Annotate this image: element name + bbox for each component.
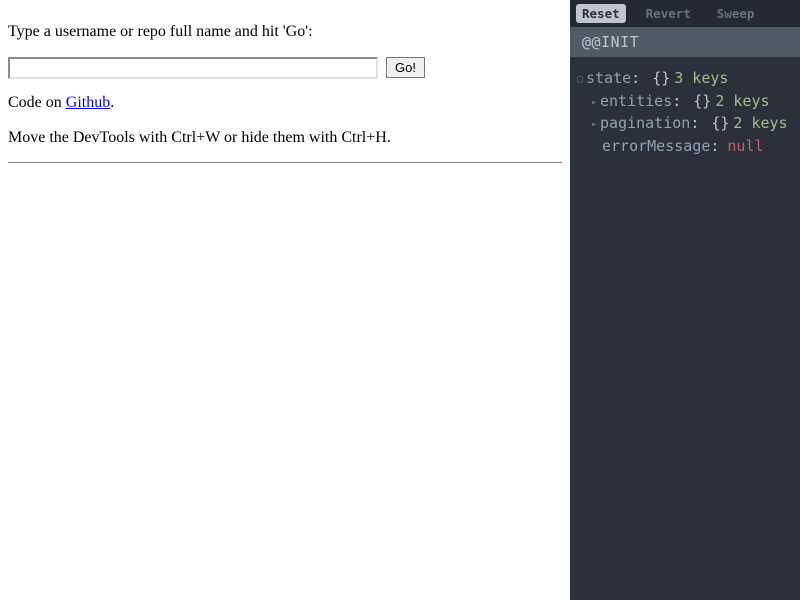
state-summary: 3 keys — [674, 67, 728, 90]
collapse-icon[interactable]: ▢ — [574, 75, 586, 85]
main-content: Type a username or repo full name and hi… — [0, 0, 570, 181]
revert-button[interactable]: Revert — [640, 4, 697, 23]
state-key: state — [586, 67, 631, 90]
devtools-tabs: Reset Revert Sweep — [570, 0, 800, 27]
devtools-hint: Move the DevTools with Ctrl+W or hide th… — [8, 128, 562, 149]
error-row[interactable]: errorMessage: null — [574, 135, 800, 158]
sweep-button[interactable]: Sweep — [711, 4, 761, 23]
code-prefix: Code on — [8, 94, 66, 111]
prompt-text: Type a username or repo full name and hi… — [8, 22, 562, 43]
entities-key: entities — [600, 90, 672, 113]
error-value: null — [727, 135, 763, 158]
go-button[interactable]: Go! — [386, 57, 425, 78]
entities-row[interactable]: ▸ entities: {} 2 keys — [574, 90, 800, 113]
pagination-row[interactable]: ▸ pagination: {} 2 keys — [574, 112, 800, 135]
error-key: errorMessage — [602, 135, 710, 158]
state-tree: ▢ state: {} 3 keys ▸ entities: {} 2 keys… — [570, 57, 800, 167]
pagination-key: pagination — [600, 112, 690, 135]
devtools-panel: Reset Revert Sweep @@INIT ▢ state: {} 3 … — [570, 0, 800, 600]
divider — [8, 162, 562, 163]
expand-icon[interactable]: ▸ — [588, 98, 600, 108]
reset-button[interactable]: Reset — [576, 4, 626, 23]
input-row: Go! — [8, 57, 562, 79]
state-root-row[interactable]: ▢ state: {} 3 keys — [574, 67, 800, 90]
code-on-github-line: Code on Github. — [8, 93, 562, 114]
github-link[interactable]: Github — [66, 94, 110, 111]
username-input[interactable] — [8, 57, 378, 79]
pagination-summary: 2 keys — [733, 112, 787, 135]
entities-summary: 2 keys — [715, 90, 769, 113]
code-suffix: . — [110, 94, 114, 111]
expand-icon[interactable]: ▸ — [588, 120, 600, 130]
action-header[interactable]: @@INIT — [570, 27, 800, 57]
